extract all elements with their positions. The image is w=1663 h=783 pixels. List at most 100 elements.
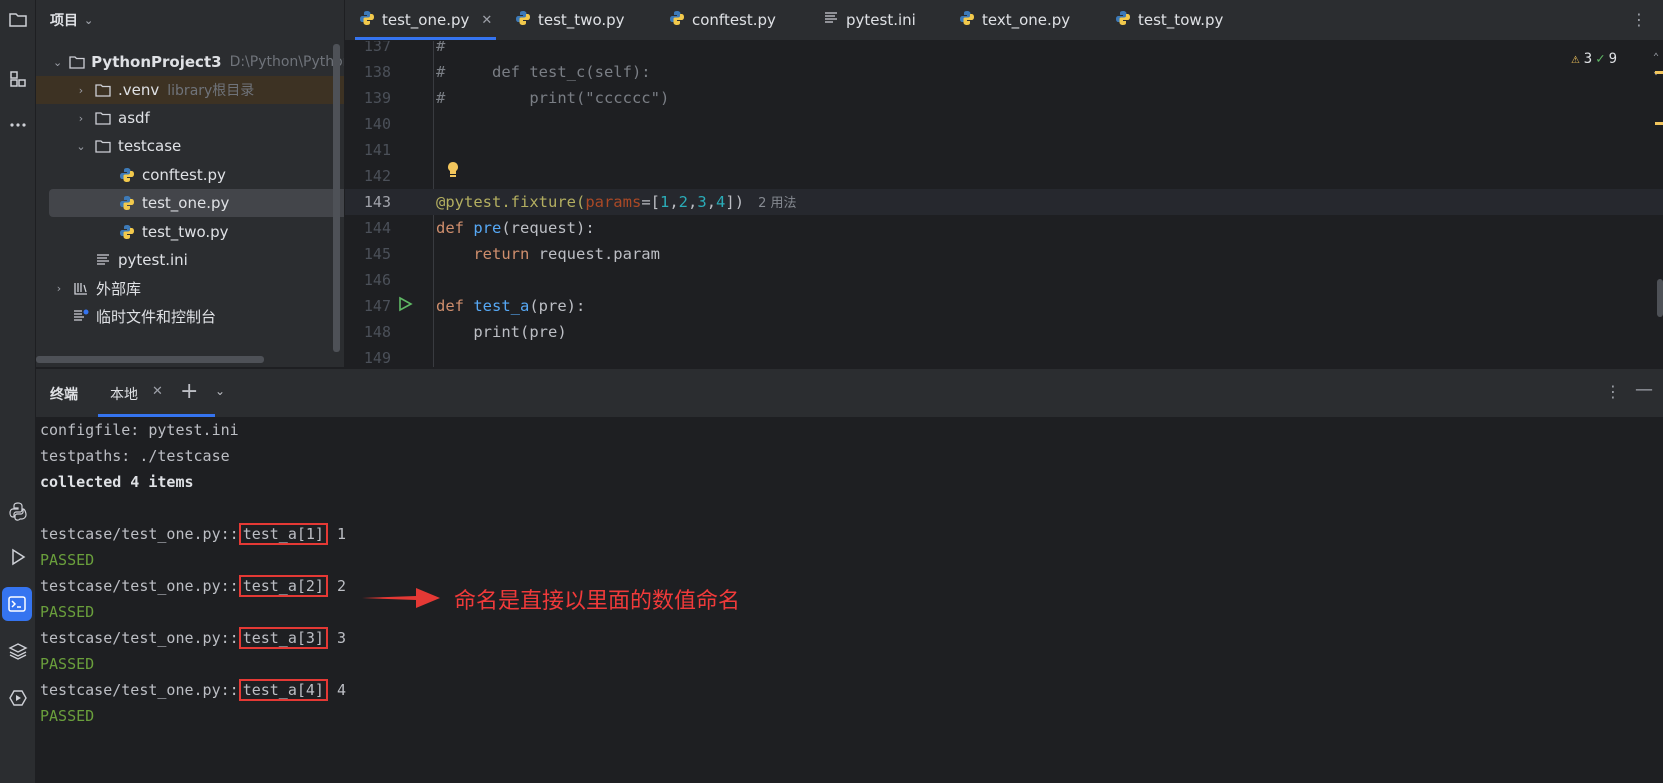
passed-status: PASSED [40, 655, 95, 673]
tab-label: conftest.py [692, 11, 776, 29]
folder-icon [94, 138, 112, 154]
project-folder-icon[interactable] [0, 2, 35, 36]
minimize-icon[interactable]: — [1635, 379, 1653, 400]
close-icon[interactable]: ✕ [481, 13, 492, 28]
chevron-right-icon[interactable]: › [74, 84, 88, 97]
layers-icon[interactable] [0, 634, 35, 668]
structure-icon[interactable] [0, 62, 35, 96]
usages-hint[interactable]: 2 用法 [758, 196, 796, 211]
test-id-highlight: test_a[4] [238, 679, 328, 701]
text-file-icon [94, 252, 112, 268]
tree-item-testcase[interactable]: ⌄ testcase [36, 132, 344, 160]
chevron-down-icon[interactable]: ⌄ [215, 384, 225, 398]
tab-label: text_one.py [982, 11, 1071, 29]
scratches-icon [72, 308, 90, 324]
library-root-note: library根目录 [167, 83, 255, 99]
chevron-down-icon[interactable]: ⌄ [52, 56, 63, 69]
code-line: 149 [345, 345, 1663, 367]
tab-test-tow[interactable]: test_tow.py [1115, 0, 1223, 40]
tree-item-label: pytest.ini [118, 251, 188, 269]
new-terminal-plus-icon[interactable]: + [180, 379, 198, 404]
folder-icon [69, 54, 85, 70]
tree-item-test-one[interactable]: test_one.py [49, 189, 344, 217]
tree-item-test-two[interactable]: test_two.py [36, 218, 344, 246]
code-line: 146 [345, 267, 1663, 293]
test-id-highlight: test_a[2] [238, 575, 328, 597]
navigate-problems-arrows[interactable]: ⌃⌄ [1653, 51, 1659, 79]
code-text: # def test_c(self): [436, 63, 651, 81]
code-text: @pytest.fixture(params=[1,2,3,4]) 2 用法 [436, 193, 797, 211]
vertical-scrollbar[interactable] [333, 44, 340, 352]
line-number: 142 [363, 167, 391, 185]
tool-window-strip [0, 0, 36, 783]
tab-label: test_two.py [538, 11, 625, 29]
warning-marker[interactable] [1655, 71, 1663, 74]
tree-item-label: .venv [118, 81, 160, 99]
lightbulb-icon[interactable] [445, 161, 461, 183]
terminal-line: collected 4 items [40, 473, 194, 491]
inspection-widget[interactable]: ⚠ 3 ✓ 9 [1571, 51, 1617, 67]
chevron-down-icon[interactable]: ⌄ [74, 140, 88, 153]
chevron-right-icon[interactable]: › [74, 112, 88, 125]
passed-status: PASSED [40, 603, 95, 621]
line-number: 147 [363, 297, 391, 315]
test-result-line: testcase/test_one.py:: test_a[4] 4 [40, 679, 347, 701]
code-text: def test_a(pre): [436, 297, 586, 315]
horizontal-scrollbar[interactable] [36, 356, 264, 363]
code-line: 138 # def test_c(self): [345, 59, 1663, 85]
more-tools-icon[interactable] [0, 108, 35, 142]
chevron-right-icon[interactable]: › [52, 282, 66, 295]
annotation-text: 命名是直接以里面的数值命名 [454, 589, 741, 614]
tab-label: 本地 [110, 387, 138, 403]
project-panel-header[interactable]: 项目 ⌄ [36, 0, 344, 40]
tab-label: test_tow.py [1138, 11, 1224, 29]
folder-icon [94, 82, 112, 98]
more-vertical-icon[interactable]: ⋮ [1605, 382, 1621, 401]
python-file-icon [118, 195, 136, 211]
more-vertical-icon[interactable]: ⋮ [1631, 10, 1647, 29]
terminal-output[interactable]: configfile: pytest.ini testpaths: ./test… [36, 417, 1663, 783]
code-text: def pre(request): [436, 219, 595, 237]
text-file-icon [823, 11, 839, 29]
tab-test-one[interactable]: test_one.py ✕ [354, 0, 497, 40]
project-path: D:\Python\PythonP [229, 54, 344, 70]
code-editor[interactable]: 137 # 138 # def test_c(self): 139 # prin… [345, 41, 1663, 367]
tree-item-project-root[interactable]: ⌄ PythonProject3 D:\Python\PythonP [36, 48, 344, 76]
run-icon[interactable] [0, 540, 35, 574]
code-text: return request.param [473, 245, 660, 263]
tree-item-pytest-ini[interactable]: pytest.ini [36, 246, 344, 274]
run-test-icon[interactable] [397, 296, 413, 316]
tree-item-venv[interactable]: › .venv library根目录 [36, 76, 344, 104]
tab-pytest-ini[interactable]: pytest.ini [823, 0, 916, 40]
tree-item-label: testcase [118, 137, 182, 155]
tab-conftest[interactable]: conftest.py [669, 0, 776, 40]
tree-item-conftest[interactable]: conftest.py [36, 161, 344, 189]
test-result-line: testcase/test_one.py:: test_a[1] 1 [40, 523, 347, 545]
terminal-icon[interactable] [2, 587, 32, 621]
code-text: # print("cccccc") [436, 89, 670, 107]
tab-label: pytest.ini [846, 11, 916, 29]
tree-item-label: test_one.py [142, 194, 230, 212]
tree-item-label: test_two.py [142, 223, 229, 241]
services-icon[interactable] [0, 681, 35, 715]
code-line: 148 print(pre) [345, 319, 1663, 345]
vertical-scrollbar[interactable] [1657, 279, 1663, 317]
warning-marker[interactable] [1655, 122, 1663, 125]
tree-item-scratches[interactable]: 临时文件和控制台 [36, 302, 344, 330]
tab-text-one[interactable]: text_one.py [959, 0, 1070, 40]
project-panel-title: 项目 [50, 13, 78, 29]
tab-test-two[interactable]: test_two.py [515, 0, 625, 40]
project-panel: 项目 ⌄ ⌄ PythonProject3 D:\Python\PythonP … [36, 0, 344, 367]
library-icon [72, 280, 90, 296]
python-console-icon[interactable] [0, 494, 35, 528]
terminal-header: 终端 本地 ✕ + ⌄ ⋮ — [36, 368, 1663, 417]
tree-item-asdf[interactable]: › asdf [36, 104, 344, 132]
tree-item-label: 临时文件和控制台 [96, 307, 217, 326]
line-number: 140 [363, 115, 391, 133]
close-icon[interactable]: ✕ [152, 384, 163, 399]
tree-item-external-libraries[interactable]: › 外部库 [36, 274, 344, 302]
tree-item-label: PythonProject3 [91, 53, 222, 71]
folder-icon [94, 110, 112, 126]
line-number: 145 [363, 245, 391, 263]
line-number: 146 [363, 271, 391, 289]
